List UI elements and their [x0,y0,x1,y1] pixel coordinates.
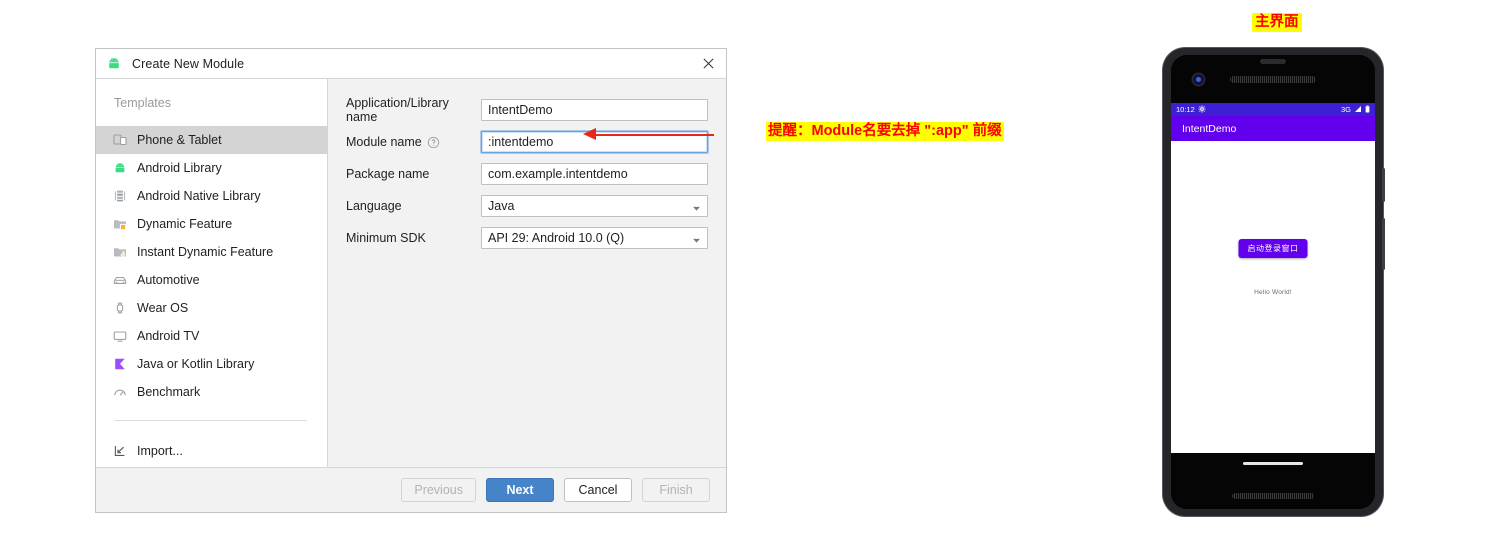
sidebar-item-label: Android TV [137,329,200,343]
screenshot-root: Create New Module Templates Phone & Tabl… [0,0,1508,536]
sidebar-item-label: Phone & Tablet [137,133,222,147]
native-library-icon [112,188,128,204]
minimum-sdk-select[interactable]: API 29: Android 10.0 (Q) [481,227,708,249]
package-name-input[interactable]: com.example.intentdemo [481,163,708,185]
sidebar-item-label: Instant Dynamic Feature [137,245,274,259]
status-time: 10:12 [1176,105,1195,114]
form-row-language: Language Java [346,195,708,217]
android-icon [112,160,128,176]
app-toolbar: IntentDemo [1171,116,1375,141]
next-button[interactable]: Next [486,478,554,502]
dialog-body: Templates Phone & Tablet Android Library… [96,79,726,467]
battery-icon [1365,105,1370,115]
app-content-area: 启动登录窗口 Hello World! [1171,141,1375,453]
templates-header: Templates [114,96,171,110]
minimum-sdk-label: Minimum SDK [346,231,426,245]
phone-annotation-label: 主界面 [1252,13,1302,32]
form-row-package-name: Package name com.example.intentdemo [346,163,708,185]
volume-button[interactable] [1382,218,1385,270]
sidebar-item-label: Android Native Library [137,189,261,203]
earpiece-slot [1260,59,1286,64]
package-name-label: Package name [346,167,430,181]
dialog-titlebar: Create New Module [96,49,726,79]
create-new-module-dialog: Create New Module Templates Phone & Tabl… [95,48,727,513]
chevron-down-icon [692,234,701,243]
start-login-window-button[interactable]: 启动登录窗口 [1238,239,1308,258]
phone-mockup: 10:12 3G IntentDemo 启动登录窗口 Hello World! [1163,48,1385,516]
sidebar-item-label: Benchmark [137,385,201,399]
module-name-annotation: 提醒：Module名要去掉 ":app" 前缀 [766,122,1004,141]
cancel-button[interactable]: Cancel [564,478,632,502]
templates-sidebar: Templates Phone & Tablet Android Library… [96,79,328,467]
top-speaker-grill [1230,76,1316,83]
language-select[interactable]: Java [481,195,708,217]
phone-screen: 10:12 3G IntentDemo 启动登录窗口 Hello World! [1171,55,1375,509]
hello-world-text: Hello World! [1254,289,1292,296]
power-button[interactable] [1382,168,1385,202]
dialog-title: Create New Module [132,56,245,71]
sidebar-item-label: Automotive [137,273,200,287]
app-name-label: Application/Library name [346,96,449,124]
module-name-label-text: Module name [346,135,422,149]
phone-tablet-icon [112,132,128,148]
previous-button[interactable]: Previous [401,478,476,502]
gear-icon [1198,105,1206,115]
car-icon [112,272,128,288]
front-camera-icon [1193,74,1204,85]
sidebar-item-label: Import... [137,444,183,458]
sidebar-item-wear-os[interactable]: Wear OS [96,294,327,322]
bottom-speaker-grill [1232,493,1314,499]
sidebar-item-import[interactable]: Import... [96,437,327,465]
annotation-arrow-line [594,134,714,136]
close-icon[interactable] [698,54,718,74]
sidebar-item-automotive[interactable]: Automotive [96,266,327,294]
sidebar-item-android-tv[interactable]: Android TV [96,322,327,350]
language-label: Language [346,199,402,213]
phone-bottom-bezel [1171,453,1375,509]
dynamic-feature-icon [112,216,128,232]
sidebar-item-label: Dynamic Feature [137,217,233,231]
status-bar-left: 10:12 [1176,105,1206,115]
form-row-app-name: Application/Library name IntentDemo [346,96,708,124]
language-value: Java [488,199,515,213]
sidebar-item-phone-tablet[interactable]: Phone & Tablet [96,126,327,154]
app-title: IntentDemo [1182,122,1237,135]
watch-icon [112,300,128,316]
module-name-value: :intentdemo [488,135,554,149]
finish-button[interactable]: Finish [642,478,710,502]
phone-top-bezel [1171,55,1375,103]
benchmark-icon [112,384,128,400]
templates-list: Phone & Tablet Android Library Android N… [96,126,327,406]
kotlin-icon [112,356,128,372]
sidebar-divider [96,406,327,421]
dialog-footer: Previous Next Cancel Finish [96,467,726,512]
tv-icon [112,328,128,344]
android-status-bar: 10:12 3G [1171,103,1375,116]
import-icon [112,443,128,459]
sidebar-item-dynamic-feature[interactable]: Dynamic Feature [96,210,327,238]
signal-icon [1354,105,1362,115]
sidebar-item-java-or-kotlin-library[interactable]: Java or Kotlin Library [96,350,327,378]
sidebar-item-label: Wear OS [137,301,189,315]
sidebar-item-android-library[interactable]: Android Library [96,154,327,182]
sidebar-item-label: Java or Kotlin Library [137,357,255,371]
question-mark-icon[interactable] [427,136,440,149]
network-type-label: 3G [1340,105,1351,114]
android-icon [106,56,122,72]
minimum-sdk-value: API 29: Android 10.0 (Q) [488,231,625,245]
app-name-input[interactable]: IntentDemo [481,99,708,121]
instant-dynamic-feature-icon [112,244,128,260]
sidebar-item-label: Android Library [137,161,222,175]
chevron-down-icon [692,202,701,211]
module-form: Application/Library name IntentDemo Modu… [328,79,726,467]
package-name-value: com.example.intentdemo [488,167,628,181]
sidebar-item-benchmark[interactable]: Benchmark [96,378,327,406]
gesture-nav-pill[interactable] [1243,462,1303,465]
status-bar-right: 3G [1341,105,1370,115]
sidebar-item-instant-dynamic-feature[interactable]: Instant Dynamic Feature [96,238,327,266]
sidebar-item-android-native-library[interactable]: Android Native Library [96,182,327,210]
app-name-value: IntentDemo [488,103,553,117]
form-row-minimum-sdk: Minimum SDK API 29: Android 10.0 (Q) [346,227,708,249]
module-name-label: Module name [346,135,481,149]
